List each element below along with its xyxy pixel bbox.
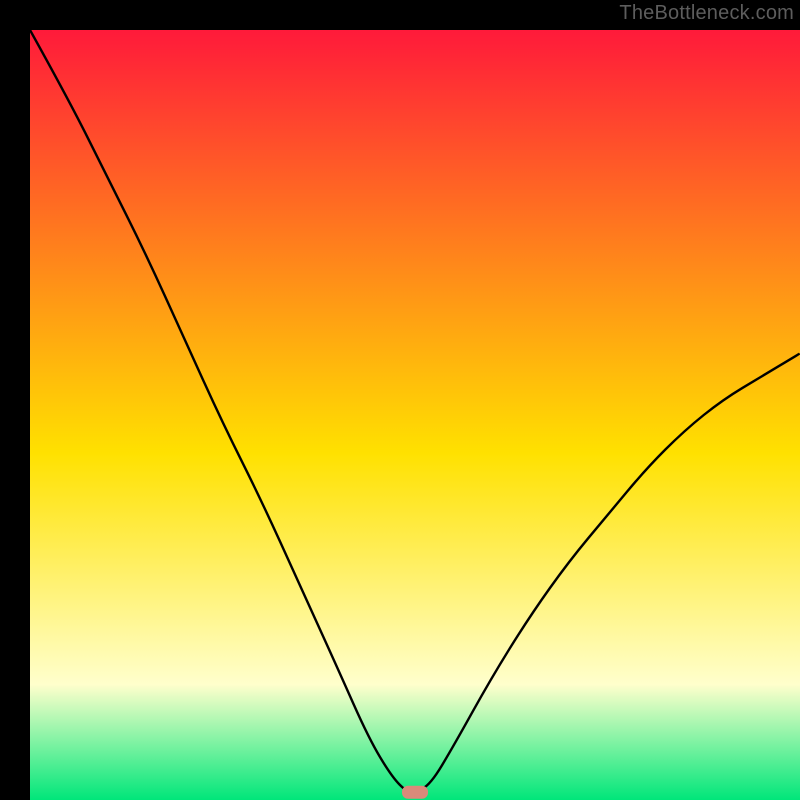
- optimal-marker: [402, 786, 428, 799]
- plot-area: [30, 30, 800, 800]
- bottleneck-chart: [30, 30, 800, 800]
- gradient-background: [30, 30, 800, 800]
- chart-frame: TheBottleneck.com: [0, 0, 800, 800]
- watermark-text: TheBottleneck.com: [619, 2, 794, 25]
